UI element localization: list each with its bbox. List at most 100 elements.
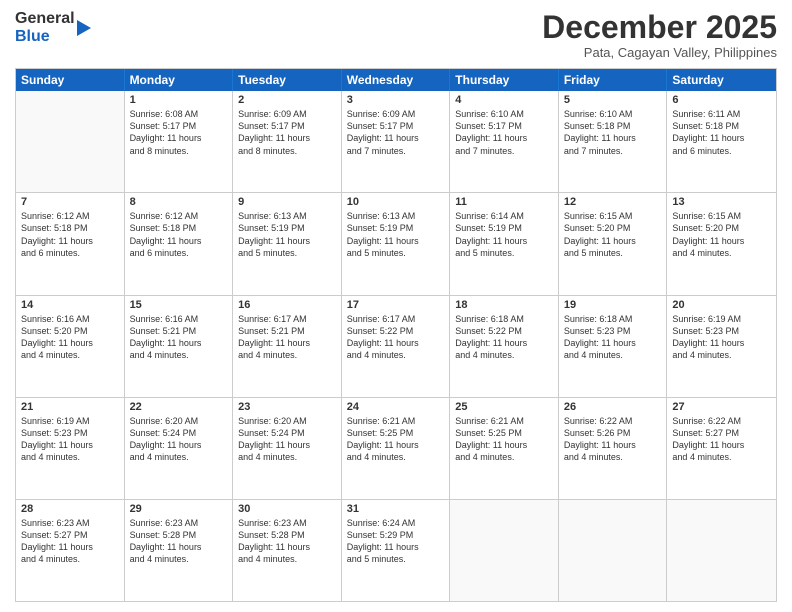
- day-number: 4: [455, 94, 553, 106]
- cell-info: Sunrise: 6:23 AM Sunset: 5:28 PM Dayligh…: [238, 517, 336, 566]
- month-title: December 2025: [542, 10, 777, 45]
- calendar-cell: 26 Sunrise: 6:22 AM Sunset: 5:26 PM Dayli…: [559, 398, 668, 499]
- day-number: 26: [564, 401, 662, 413]
- day-number: 29: [130, 503, 228, 515]
- cell-info: Sunrise: 6:12 AM Sunset: 5:18 PM Dayligh…: [130, 210, 228, 259]
- calendar-cell: [667, 500, 776, 601]
- calendar-cell: 31Sunrise: 6:24 AM Sunset: 5:29 PM Dayli…: [342, 500, 451, 601]
- calendar-row: 21 Sunrise: 6:19 AM Sunset: 5:23 PM Dayli…: [16, 397, 776, 499]
- calendar-cell: 23 Sunrise: 6:20 AM Sunset: 5:24 PM Dayli…: [233, 398, 342, 499]
- cell-info: Sunrise: 6:08 AM Sunset: 5:17 PM Dayligh…: [130, 108, 228, 157]
- day-number: 24: [347, 401, 445, 413]
- day-number: 6: [672, 94, 771, 106]
- calendar-cell: [16, 91, 125, 192]
- calendar-cell: 29 Sunrise: 6:23 AM Sunset: 5:28 PM Dayli…: [125, 500, 234, 601]
- cell-info: Sunrise: 6:23 AM Sunset: 5:28 PM Dayligh…: [130, 517, 228, 566]
- calendar-cell: 4 Sunrise: 6:10 AM Sunset: 5:17 PM Daylig…: [450, 91, 559, 192]
- day-number: 11: [455, 196, 553, 208]
- day-number: 25: [455, 401, 553, 413]
- day-number: 8: [130, 196, 228, 208]
- cell-info: Sunrise: 6:24 AM Sunset: 5:29 PM Dayligh…: [347, 517, 445, 566]
- day-number: 7: [21, 196, 119, 208]
- calendar-cell: [559, 500, 668, 601]
- cell-info: Sunrise: 6:10 AM Sunset: 5:17 PM Dayligh…: [455, 108, 553, 157]
- calendar-row: 28Sunrise: 6:23 AM Sunset: 5:27 PM Dayli…: [16, 499, 776, 601]
- calendar-header-cell: Sunday: [16, 69, 125, 91]
- cell-info: Sunrise: 6:13 AM Sunset: 5:19 PM Dayligh…: [238, 210, 336, 259]
- calendar-header-cell: Monday: [125, 69, 234, 91]
- calendar-cell: 2Sunrise: 6:09 AM Sunset: 5:17 PM Daylig…: [233, 91, 342, 192]
- calendar-cell: 8 Sunrise: 6:12 AM Sunset: 5:18 PM Daylig…: [125, 193, 234, 294]
- day-number: 15: [130, 299, 228, 311]
- day-number: 1: [130, 94, 228, 106]
- calendar-header-cell: Thursday: [450, 69, 559, 91]
- day-number: 18: [455, 299, 553, 311]
- cell-info: Sunrise: 6:22 AM Sunset: 5:26 PM Dayligh…: [564, 415, 662, 464]
- calendar-cell: 19 Sunrise: 6:18 AM Sunset: 5:23 PM Dayli…: [559, 296, 668, 397]
- logo-chevron-icon: [77, 14, 97, 42]
- calendar-cell: 11 Sunrise: 6:14 AM Sunset: 5:19 PM Dayli…: [450, 193, 559, 294]
- calendar-header-cell: Wednesday: [342, 69, 451, 91]
- calendar-cell: 9 Sunrise: 6:13 AM Sunset: 5:19 PM Daylig…: [233, 193, 342, 294]
- calendar-cell: 16 Sunrise: 6:17 AM Sunset: 5:21 PM Dayli…: [233, 296, 342, 397]
- calendar-header-cell: Friday: [559, 69, 668, 91]
- cell-info: Sunrise: 6:20 AM Sunset: 5:24 PM Dayligh…: [130, 415, 228, 464]
- day-number: 13: [672, 196, 771, 208]
- calendar-header-cell: Tuesday: [233, 69, 342, 91]
- cell-info: Sunrise: 6:17 AM Sunset: 5:22 PM Dayligh…: [347, 313, 445, 362]
- calendar-body: 1 Sunrise: 6:08 AM Sunset: 5:17 PM Daylig…: [16, 91, 776, 601]
- day-number: 30: [238, 503, 336, 515]
- calendar-cell: 20 Sunrise: 6:19 AM Sunset: 5:23 PM Dayli…: [667, 296, 776, 397]
- cell-info: Sunrise: 6:22 AM Sunset: 5:27 PM Dayligh…: [672, 415, 771, 464]
- cell-info: Sunrise: 6:16 AM Sunset: 5:21 PM Dayligh…: [130, 313, 228, 362]
- page: General Blue December 2025 Pata, Cagayan…: [0, 0, 792, 612]
- cell-info: Sunrise: 6:15 AM Sunset: 5:20 PM Dayligh…: [672, 210, 771, 259]
- calendar-cell: 3 Sunrise: 6:09 AM Sunset: 5:17 PM Daylig…: [342, 91, 451, 192]
- cell-info: Sunrise: 6:09 AM Sunset: 5:17 PM Dayligh…: [347, 108, 445, 157]
- cell-info: Sunrise: 6:14 AM Sunset: 5:19 PM Dayligh…: [455, 210, 553, 259]
- cell-info: Sunrise: 6:19 AM Sunset: 5:23 PM Dayligh…: [21, 415, 119, 464]
- day-number: 20: [672, 299, 771, 311]
- calendar-cell: [450, 500, 559, 601]
- header: General Blue December 2025 Pata, Cagayan…: [15, 10, 777, 60]
- cell-info: Sunrise: 6:17 AM Sunset: 5:21 PM Dayligh…: [238, 313, 336, 362]
- calendar-cell: 24 Sunrise: 6:21 AM Sunset: 5:25 PM Dayli…: [342, 398, 451, 499]
- day-number: 17: [347, 299, 445, 311]
- calendar-cell: 25 Sunrise: 6:21 AM Sunset: 5:25 PM Dayli…: [450, 398, 559, 499]
- calendar-cell: 17 Sunrise: 6:17 AM Sunset: 5:22 PM Dayli…: [342, 296, 451, 397]
- cell-info: Sunrise: 6:19 AM Sunset: 5:23 PM Dayligh…: [672, 313, 771, 362]
- cell-info: Sunrise: 6:21 AM Sunset: 5:25 PM Dayligh…: [455, 415, 553, 464]
- day-number: 23: [238, 401, 336, 413]
- subtitle: Pata, Cagayan Valley, Philippines: [542, 45, 777, 60]
- day-number: 28: [21, 503, 119, 515]
- day-number: 27: [672, 401, 771, 413]
- day-number: 19: [564, 299, 662, 311]
- day-number: 21: [21, 401, 119, 413]
- calendar-cell: 30 Sunrise: 6:23 AM Sunset: 5:28 PM Dayli…: [233, 500, 342, 601]
- calendar-cell: 6 Sunrise: 6:11 AM Sunset: 5:18 PM Daylig…: [667, 91, 776, 192]
- cell-info: Sunrise: 6:21 AM Sunset: 5:25 PM Dayligh…: [347, 415, 445, 464]
- day-number: 14: [21, 299, 119, 311]
- day-number: 3: [347, 94, 445, 106]
- calendar-row: 1 Sunrise: 6:08 AM Sunset: 5:17 PM Daylig…: [16, 91, 776, 192]
- calendar-cell: 14Sunrise: 6:16 AM Sunset: 5:20 PM Dayli…: [16, 296, 125, 397]
- day-number: 10: [347, 196, 445, 208]
- cell-info: Sunrise: 6:09 AM Sunset: 5:17 PM Dayligh…: [238, 108, 336, 157]
- calendar-cell: 18Sunrise: 6:18 AM Sunset: 5:22 PM Dayli…: [450, 296, 559, 397]
- day-number: 16: [238, 299, 336, 311]
- day-number: 12: [564, 196, 662, 208]
- logo-blue: Blue: [15, 28, 75, 46]
- day-number: 5: [564, 94, 662, 106]
- calendar-cell: 21 Sunrise: 6:19 AM Sunset: 5:23 PM Dayli…: [16, 398, 125, 499]
- logo: General Blue: [15, 10, 97, 45]
- cell-info: Sunrise: 6:15 AM Sunset: 5:20 PM Dayligh…: [564, 210, 662, 259]
- cell-info: Sunrise: 6:11 AM Sunset: 5:18 PM Dayligh…: [672, 108, 771, 157]
- calendar-cell: 27 Sunrise: 6:22 AM Sunset: 5:27 PM Dayli…: [667, 398, 776, 499]
- calendar-cell: 10Sunrise: 6:13 AM Sunset: 5:19 PM Dayli…: [342, 193, 451, 294]
- day-number: 9: [238, 196, 336, 208]
- calendar-row: 14Sunrise: 6:16 AM Sunset: 5:20 PM Dayli…: [16, 295, 776, 397]
- calendar-header: SundayMondayTuesdayWednesdayThursdayFrid…: [16, 69, 776, 91]
- cell-info: Sunrise: 6:20 AM Sunset: 5:24 PM Dayligh…: [238, 415, 336, 464]
- cell-info: Sunrise: 6:10 AM Sunset: 5:18 PM Dayligh…: [564, 108, 662, 157]
- cell-info: Sunrise: 6:18 AM Sunset: 5:23 PM Dayligh…: [564, 313, 662, 362]
